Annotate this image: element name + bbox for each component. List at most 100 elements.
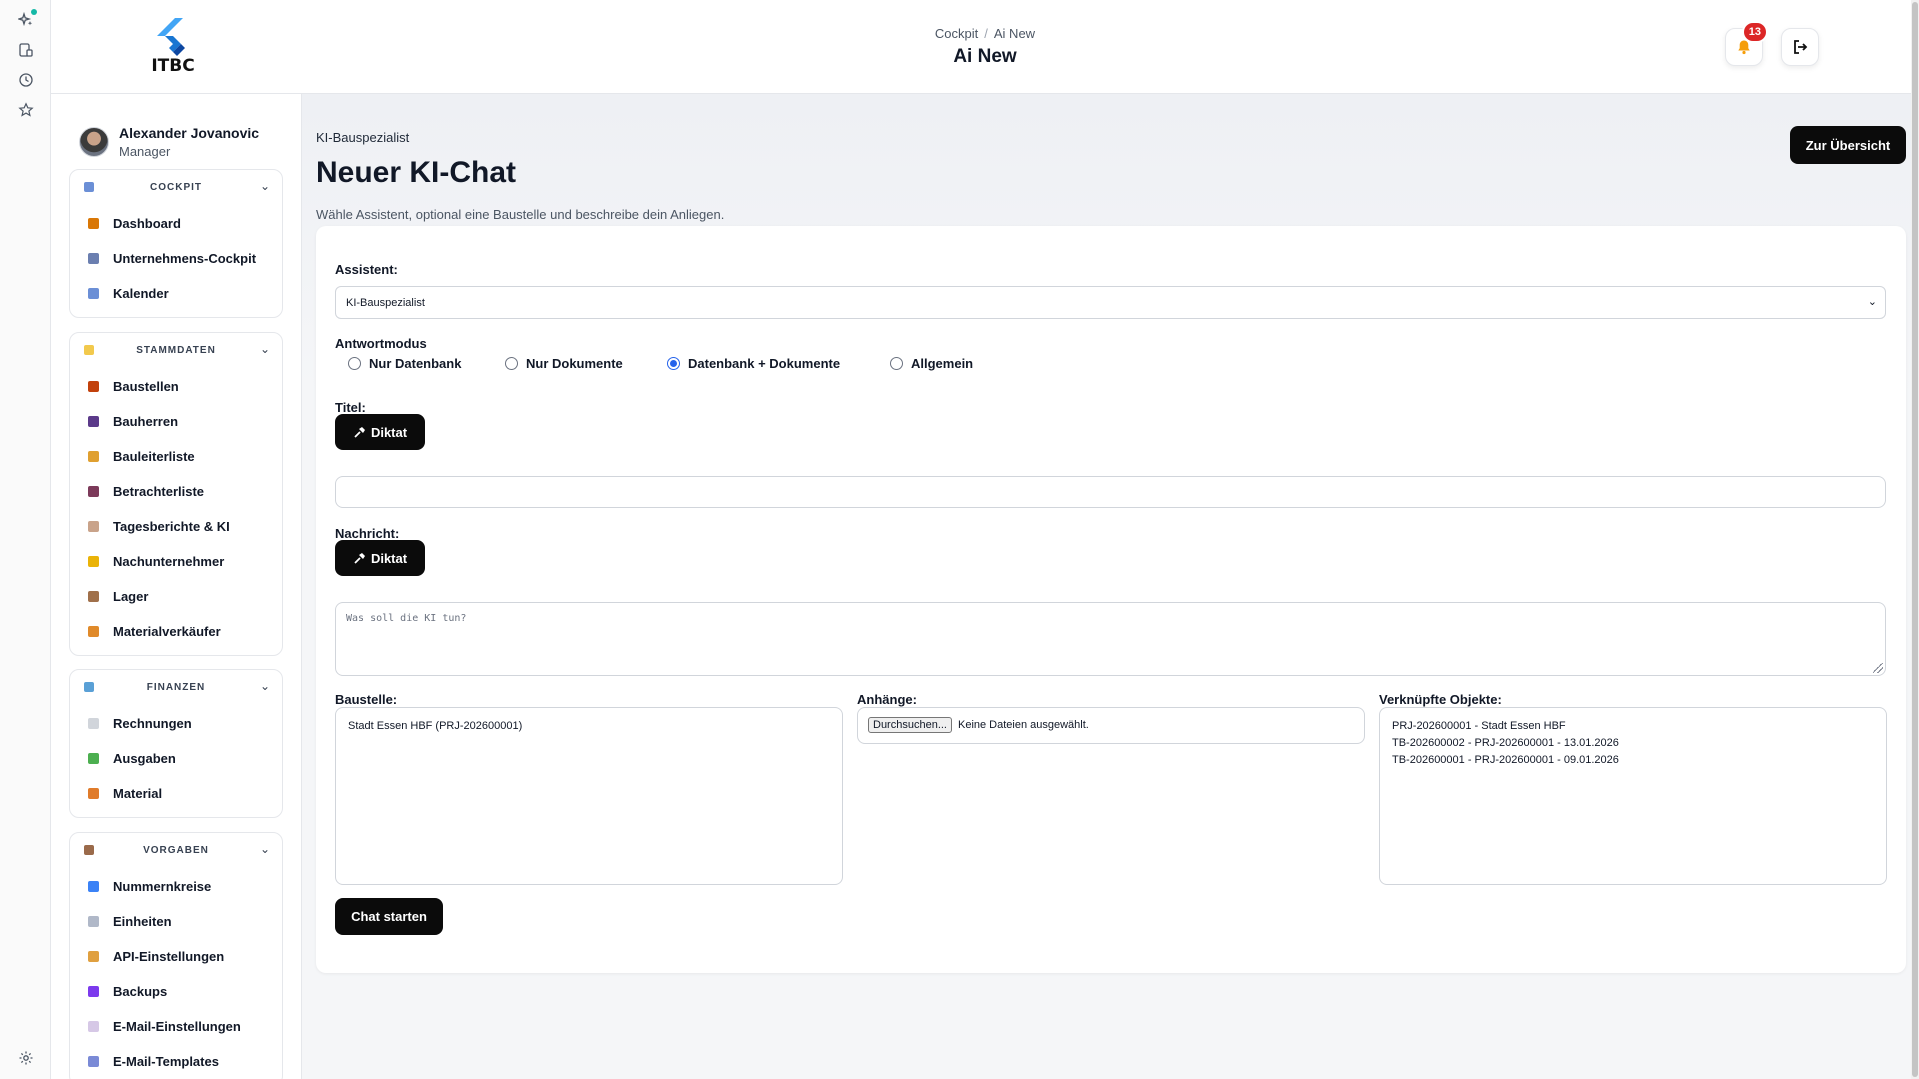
radio-label: Nur Datenbank xyxy=(369,356,462,371)
template-icon xyxy=(88,1056,99,1067)
chat-form-card: Assistent: KI-Bauspezialist ⌄ Antwortmod… xyxy=(316,226,1906,973)
sidebar-group-header[interactable]: COCKPIT ⌄ xyxy=(70,170,282,206)
mode-radio-db-docs[interactable]: Datenbank + Dokumente xyxy=(667,356,840,371)
star-icon[interactable] xyxy=(16,100,36,120)
dictate-label: Diktat xyxy=(370,424,408,440)
scrollbar-thumb[interactable] xyxy=(1912,2,1918,1077)
title-input[interactable] xyxy=(335,476,1886,508)
sidebar-item-bauleiterliste[interactable]: Bauleiterliste xyxy=(70,439,282,474)
sidebar-item-nachunternehmer[interactable]: Nachunternehmer xyxy=(70,544,282,579)
start-chat-button[interactable]: Chat starten xyxy=(335,898,443,935)
database-icon[interactable] xyxy=(16,40,36,60)
resize-handle[interactable] xyxy=(1873,663,1883,673)
floppy-icon xyxy=(88,986,99,997)
page-description: Wähle Assistent, optional eine Baustelle… xyxy=(316,207,725,222)
site-select-list[interactable]: Stadt Essen HBF (PRJ-202600001) xyxy=(335,707,843,885)
envelope-icon xyxy=(88,1021,99,1032)
attachments-input[interactable]: Durchsuchen... Keine Dateien ausgewählt. xyxy=(857,707,1365,744)
sidebar-item-bauherren[interactable]: Bauherren xyxy=(70,404,282,439)
mode-label: Antwortmodus xyxy=(335,336,427,351)
sidebar-item-dashboard[interactable]: Dashboard xyxy=(70,206,282,241)
breadcrumb-cockpit[interactable]: Cockpit xyxy=(935,26,978,41)
money-icon xyxy=(88,753,99,764)
radio-circle[interactable] xyxy=(890,357,903,370)
page-subtitle: KI-Bauspezialist xyxy=(316,130,410,145)
sidebar-group-stammdaten: STAMMDATEN ⌄ Baustellen Bauherren Bauleiterl… xyxy=(69,332,283,656)
sidebar-item-unternehmens-cockpit[interactable]: Unternehmens-Cockpit xyxy=(70,241,282,276)
sidebar-group-header[interactable]: FINANZEN ⌄ xyxy=(70,670,282,706)
sidebar-item-betrachterliste[interactable]: Betrachterliste xyxy=(70,474,282,509)
radio-label: Nur Dokumente xyxy=(526,356,623,371)
notifications-button[interactable]: 13 xyxy=(1725,21,1768,66)
assistant-select[interactable]: KI-Bauspezialist ⌄ xyxy=(335,286,1886,319)
sidebar-group-header[interactable]: VORGABEN ⌄ xyxy=(70,833,282,869)
building-icon xyxy=(88,253,99,264)
radio-circle[interactable] xyxy=(348,357,361,370)
chevron-down-icon[interactable]: ⌄ xyxy=(260,342,270,356)
scrollbar[interactable] xyxy=(1911,0,1919,1079)
settings-icon[interactable] xyxy=(16,1048,36,1068)
crane-icon xyxy=(88,626,99,637)
avatar xyxy=(79,127,109,157)
ruler-icon xyxy=(88,916,99,927)
user-name: Alexander Jovanovic xyxy=(119,125,260,141)
browse-button[interactable]: Durchsuchen... xyxy=(868,717,952,733)
history-icon[interactable] xyxy=(16,70,36,90)
sparkle-icon[interactable] xyxy=(16,9,37,30)
sidebar-item-e-mail-templates[interactable]: E-Mail-Templates xyxy=(70,1044,282,1079)
chevron-down-icon: ⌄ xyxy=(1867,296,1877,308)
sidebar-item-label: Rechnungen xyxy=(113,716,192,731)
sidebar-item-backups[interactable]: Backups xyxy=(70,974,282,1009)
sidebar-item-label: Bauleiterliste xyxy=(113,449,195,464)
dictate-label: Diktat xyxy=(370,550,408,566)
sidebar-item-label: Betrachterliste xyxy=(113,484,205,499)
linked-object-option[interactable]: PRJ-202600001 - Stadt Essen HBF xyxy=(1392,718,1874,735)
sidebar-item-label: Einheiten xyxy=(113,914,172,929)
chevron-down-icon[interactable]: ⌄ xyxy=(260,679,270,693)
sidebar-item-baustellen[interactable]: Baustellen xyxy=(70,369,282,404)
site-option[interactable]: Stadt Essen HBF (PRJ-202600001) xyxy=(348,720,830,732)
sidebar-item-nummernkreise[interactable]: Nummernkreise xyxy=(70,869,282,904)
sidebar-group-title: COCKPIT xyxy=(150,182,202,193)
message-dictate-button[interactable]: Diktat xyxy=(335,540,425,576)
logout-button[interactable] xyxy=(1781,28,1819,66)
hammer-icon xyxy=(354,426,365,438)
mode-radio-general[interactable]: Allgemein xyxy=(890,356,973,371)
chevron-down-icon[interactable]: ⌄ xyxy=(260,842,270,856)
sidebar-item-api-einstellungen[interactable]: API-Einstellungen xyxy=(70,939,282,974)
sidebar-item-rechnungen[interactable]: Rechnungen xyxy=(70,706,282,741)
sidebar-group-header[interactable]: STAMMDATEN ⌄ xyxy=(70,333,282,369)
sidebar-group-cockpit: COCKPIT ⌄ Dashboard Unternehmens-Cockpit Kal… xyxy=(69,169,283,318)
radio-circle[interactable] xyxy=(667,357,680,370)
sidebar-item-materialverkäufer[interactable]: Materialverkäufer xyxy=(70,614,282,649)
attachments-label: Anhänge: xyxy=(857,692,917,707)
sidebar-item-label: Dashboard xyxy=(113,216,181,231)
sidebar-item-ausgaben[interactable]: Ausgaben xyxy=(70,741,282,776)
sidebar-item-tagesberichte-ki[interactable]: Tagesberichte & KI xyxy=(70,509,282,544)
linked-object-option[interactable]: TB-202600002 - PRJ-202600001 - 13.01.202… xyxy=(1392,735,1874,752)
linked-objects-list[interactable]: PRJ-202600001 - Stadt Essen HBF TB-20260… xyxy=(1379,707,1887,885)
notification-badge: 13 xyxy=(1741,21,1768,43)
sidebar-group-vorgaben: VORGABEN ⌄ Nummernkreise Einheiten API-Einst… xyxy=(69,832,283,1079)
handshake-icon xyxy=(88,556,99,567)
message-textarea[interactable]: Was soll die KI tun? xyxy=(335,602,1886,676)
no-files-text: Keine Dateien ausgewählt. xyxy=(957,719,1089,731)
hammer-icon xyxy=(354,552,365,564)
sidebar-group-finanzen: FINANZEN ⌄ Rechnungen Ausgaben Material xyxy=(69,669,283,818)
sidebar-item-lager[interactable]: Lager xyxy=(70,579,282,614)
overview-button[interactable]: Zur Übersicht xyxy=(1790,126,1906,164)
title-dictate-button[interactable]: Diktat xyxy=(335,414,425,450)
user-profile[interactable]: Alexander Jovanovic Manager xyxy=(79,122,259,162)
sidebar-item-label: Materialverkäufer xyxy=(113,624,221,639)
sidebar-item-material[interactable]: Material xyxy=(70,776,282,811)
radio-circle[interactable] xyxy=(505,357,518,370)
mode-radio-docs[interactable]: Nur Dokumente xyxy=(505,356,623,371)
chevron-down-icon[interactable]: ⌄ xyxy=(260,179,270,193)
mode-radio-db[interactable]: Nur Datenbank xyxy=(348,356,461,371)
linked-object-option[interactable]: TB-202600001 - PRJ-202600001 - 09.01.202… xyxy=(1392,752,1874,769)
sidebar-item-kalender[interactable]: Kalender xyxy=(70,276,282,311)
icon-rail xyxy=(0,0,51,1079)
sidebar-item-e-mail-einstellungen[interactable]: E-Mail-Einstellungen xyxy=(70,1009,282,1044)
sidebar-item-einheiten[interactable]: Einheiten xyxy=(70,904,282,939)
sidebar-group-title: FINANZEN xyxy=(146,682,206,693)
